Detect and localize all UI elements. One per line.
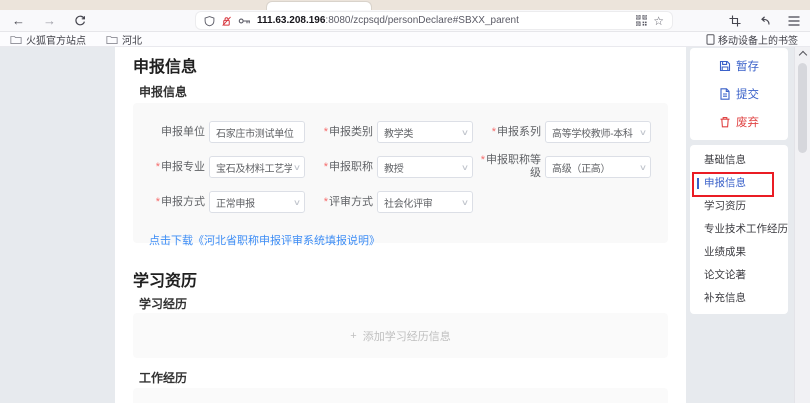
field-review-method: *评审方式 社会化评审∨ [311,191,473,213]
field-label: *申报专业 [143,161,205,174]
field-label: *申报方式 [143,196,205,209]
page-background: 申报信息 申报信息 申报单位 石家庄市测试单位 *申报类别 教学类∨ *申报系列… [0,47,810,403]
forward-button[interactable]: → [43,13,56,28]
mobile-bookmarks[interactable]: 移动设备上的书签 [706,32,798,47]
form-row-2: *申报专业 宝石及材料工艺学∨ *申报职称 教授∨ *申报职称等级 高级（正高）… [143,154,658,180]
scrollbar-thumb[interactable] [798,63,807,153]
qr-extension-icon[interactable] [636,15,647,26]
active-tab[interactable] [266,1,372,10]
url-text: 111.63.208.196:8080/zcpsqd/personDeclare… [257,15,519,26]
field-declare-category: *申报类别 教学类∨ [311,121,473,143]
bookmark-folder-hebei[interactable]: 河北 [106,32,142,47]
hamburger-menu-icon[interactable] [788,16,800,26]
declare-series-select[interactable]: 高等学校教师-本科∨ [545,121,651,143]
bookmark-folder-firefox[interactable]: 火狐官方站点 [10,32,86,47]
field-label: *申报职称等级 [479,154,541,180]
discard-button[interactable]: 废弃 [690,108,788,136]
document-icon [719,88,731,100]
back-button[interactable]: ← [12,13,25,28]
action-panel: 暂存 提交 废弃 [690,48,788,140]
field-label: *评审方式 [311,196,373,209]
nav-item-study-qualifications[interactable]: 学习资历 [690,195,788,218]
chevron-down-icon: ∨ [293,163,301,172]
section-title-study: 学习资历 [133,267,197,291]
submit-button[interactable]: 提交 [690,80,788,108]
screenshot-crop-icon[interactable] [729,15,741,27]
declare-unit-input[interactable]: 石家庄市测试单位 [209,121,305,143]
nav-item-performance-achievements[interactable]: 业绩成果 [690,241,788,264]
field-declare-unit: 申报单位 石家庄市测试单位 [143,121,305,143]
shield-icon[interactable] [204,15,215,27]
field-label: *申报系列 [479,126,541,139]
plus-icon: + [350,330,356,342]
folder-icon [10,34,22,45]
chevron-down-icon: ∨ [461,198,469,207]
declare-method-select[interactable]: 正常申报∨ [209,191,305,213]
chevron-down-icon: ∨ [461,128,469,137]
nav-item-supplementary-info[interactable]: 补充信息 [690,287,788,310]
browser-tab-bar [0,0,810,10]
page-scrollbar[interactable] [794,47,810,403]
field-label: *申报类别 [311,126,373,139]
declare-title-level-select[interactable]: 高级（正高）∨ [545,156,651,178]
form-row-1: 申报单位 石家庄市测试单位 *申报类别 教学类∨ *申报系列 高等学校教师-本科… [143,119,658,145]
declare-form-panel: 申报单位 石家庄市测试单位 *申报类别 教学类∨ *申报系列 高等学校教师-本科… [133,103,668,243]
section-subtitle-declare: 申报信息 [139,83,187,100]
bookmarks-bar: 火狐官方站点 河北 移动设备上的书签 [0,32,810,47]
field-declare-method: *申报方式 正常申报∨ [143,191,305,213]
declare-category-select[interactable]: 教学类∨ [377,121,473,143]
field-declare-series: *申报系列 高等学校教师-本科∨ [479,121,651,143]
key-icon[interactable] [238,15,251,27]
url-bar[interactable]: 111.63.208.196:8080/zcpsqd/personDeclare… [196,12,672,29]
download-instructions-link[interactable]: 点击下载《河北省职称申报评审系统填报说明》 [149,232,380,248]
form-content-card: 申报信息 申报信息 申报单位 石家庄市测试单位 *申报类别 教学类∨ *申报系列… [115,47,686,403]
chevron-down-icon: ∨ [639,128,647,137]
chevron-down-icon: ∨ [461,163,469,172]
trash-icon [719,116,731,128]
section-title-declare: 申报信息 [133,53,197,77]
scroll-up-arrow-icon[interactable] [799,51,807,59]
temp-save-button[interactable]: 暂存 [690,52,788,80]
insecure-lock-icon[interactable] [221,15,232,27]
chevron-down-icon: ∨ [639,163,647,172]
bookmark-star-icon[interactable]: ☆ [653,15,664,27]
field-declare-title-level: *申报职称等级 高级（正高）∨ [479,154,651,180]
nav-item-declare-info[interactable]: 申报信息 [690,172,788,195]
section-nav-panel: 基础信息 申报信息 学习资历 专业技术工作经历 业绩成果 论文论著 补充信息 [690,145,788,314]
browser-toolbar: ← → 111.63.208.196:8080/zcpsqd/perso [0,10,810,32]
field-label: 申报单位 [143,126,205,139]
form-row-3: *申报方式 正常申报∨ *评审方式 社会化评审∨ [143,189,658,215]
declare-title-select[interactable]: 教授∨ [377,156,473,178]
save-icon [719,60,731,72]
add-study-experience-button[interactable]: + 添加学习经历信息 [133,313,668,358]
review-method-select[interactable]: 社会化评审∨ [377,191,473,213]
undo-arrow-icon[interactable] [758,15,771,27]
reload-button[interactable] [74,15,86,27]
section-subtitle-study: 学习经历 [139,295,187,312]
nav-item-papers-works[interactable]: 论文论著 [690,264,788,287]
work-experience-panel [133,388,668,403]
chevron-down-icon: ∨ [293,198,301,207]
nav-item-professional-work-experience[interactable]: 专业技术工作经历 [690,218,788,241]
field-label: *申报职称 [311,161,373,174]
nav-item-basic-info[interactable]: 基础信息 [690,149,788,172]
field-declare-title: *申报职称 教授∨ [311,156,473,178]
folder-icon [106,34,118,45]
declare-major-select[interactable]: 宝石及材料工艺学∨ [209,156,305,178]
field-declare-major: *申报专业 宝石及材料工艺学∨ [143,156,305,178]
section-subtitle-work: 工作经历 [139,369,187,386]
mobile-device-icon [706,34,715,45]
